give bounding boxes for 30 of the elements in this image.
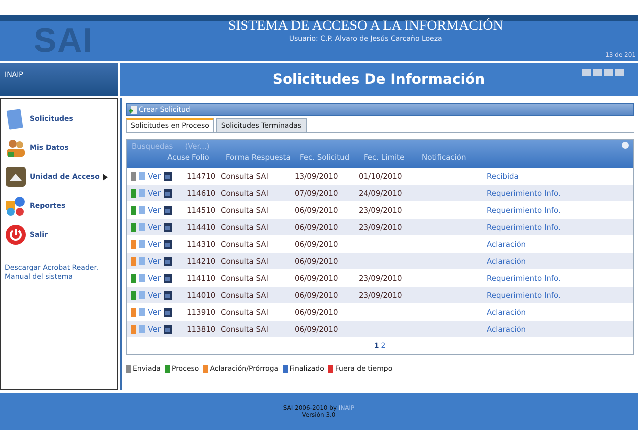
submenu-arrow-icon <box>102 174 108 180</box>
view-link[interactable]: Ver <box>148 240 162 248</box>
view-link[interactable]: Ver <box>148 172 162 180</box>
collapse-icon[interactable] <box>622 142 629 149</box>
document-icon <box>139 223 145 231</box>
view-link[interactable]: Ver <box>148 324 162 334</box>
new-document-icon <box>129 106 137 114</box>
view-link[interactable]: Ver <box>148 256 162 266</box>
page-title: Solicitudes De Información <box>272 72 486 88</box>
document-icon <box>139 274 145 282</box>
document-icon <box>139 172 145 180</box>
document-icon <box>139 308 145 316</box>
document-icon <box>139 291 145 299</box>
chart-icon <box>5 195 27 217</box>
view-link[interactable]: Ver <box>148 274 162 282</box>
people-icon <box>5 137 27 159</box>
document-icon <box>139 240 145 248</box>
view-link[interactable]: Ver <box>148 206 162 214</box>
view-link[interactable]: Ver <box>148 188 162 198</box>
document-icon <box>139 206 145 214</box>
document-icon <box>139 325 145 333</box>
building-icon <box>5 166 27 188</box>
view-link[interactable]: Ver <box>148 222 162 232</box>
document-icon <box>139 189 145 197</box>
system-title: SISTEMA DE ACCESO A LA INFORMACIÓN <box>228 19 504 35</box>
squares-drawing <box>582 69 624 76</box>
view-link[interactable]: Ver <box>148 308 162 316</box>
view-link[interactable]: Ver <box>148 290 162 300</box>
document-icon <box>139 257 145 265</box>
power-icon <box>5 224 27 246</box>
